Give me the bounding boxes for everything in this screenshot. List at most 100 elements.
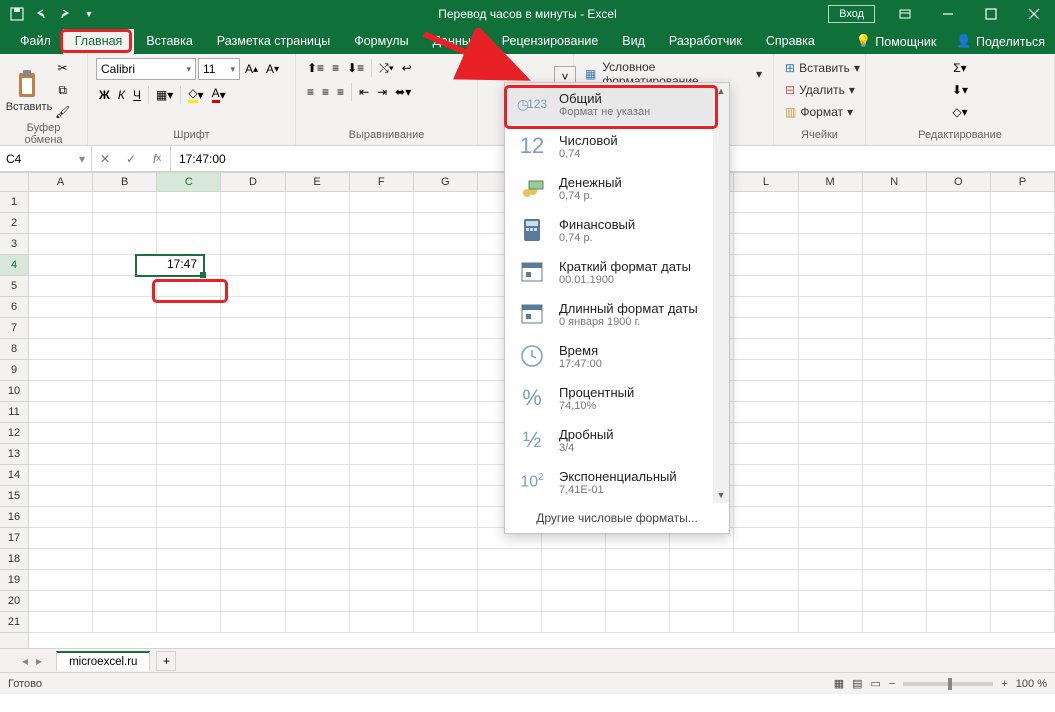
cell[interactable] xyxy=(414,423,478,444)
insert-cells-button[interactable]: ⊞Вставить▾ xyxy=(782,58,857,78)
cell[interactable] xyxy=(799,213,863,234)
cell[interactable] xyxy=(93,318,157,339)
cell[interactable] xyxy=(221,192,285,213)
font-name-combo[interactable]: Calibri▾ xyxy=(96,58,196,80)
cell[interactable] xyxy=(991,423,1055,444)
row-header[interactable]: 19 xyxy=(0,570,28,591)
cell[interactable] xyxy=(29,591,93,612)
cell[interactable] xyxy=(863,276,927,297)
cell[interactable] xyxy=(93,255,157,276)
cell[interactable] xyxy=(29,486,93,507)
tab-formulas[interactable]: Формулы xyxy=(342,29,420,54)
cell[interactable] xyxy=(157,360,221,381)
cell[interactable] xyxy=(863,402,927,423)
cell[interactable] xyxy=(991,255,1055,276)
cell[interactable] xyxy=(350,192,414,213)
cell[interactable] xyxy=(286,213,350,234)
cell[interactable] xyxy=(863,297,927,318)
cell[interactable] xyxy=(93,339,157,360)
cell[interactable] xyxy=(991,465,1055,486)
cell[interactable] xyxy=(157,234,221,255)
cell[interactable] xyxy=(927,444,991,465)
cell[interactable] xyxy=(799,297,863,318)
cell[interactable] xyxy=(799,612,863,633)
cell[interactable] xyxy=(350,570,414,591)
cell[interactable] xyxy=(927,612,991,633)
row-header[interactable]: 9 xyxy=(0,360,28,381)
row-header[interactable]: 13 xyxy=(0,444,28,465)
cell[interactable] xyxy=(93,528,157,549)
align-top-icon[interactable]: ⬆≡ xyxy=(304,58,327,78)
font-color-button[interactable]: A▾ xyxy=(209,84,229,105)
scrollbar[interactable]: ▲ ▼ xyxy=(713,83,729,503)
cell[interactable] xyxy=(991,444,1055,465)
cell[interactable] xyxy=(927,528,991,549)
cell[interactable] xyxy=(93,192,157,213)
cell[interactable] xyxy=(221,549,285,570)
cell[interactable] xyxy=(157,507,221,528)
cell[interactable] xyxy=(799,192,863,213)
tab-home[interactable]: Главная xyxy=(63,29,135,54)
share-button[interactable]: 👤Поделиться xyxy=(946,29,1055,54)
cell[interactable] xyxy=(863,465,927,486)
cell[interactable] xyxy=(414,570,478,591)
cell[interactable] xyxy=(670,612,734,633)
zoom-in-icon[interactable]: + xyxy=(1001,678,1007,690)
cell[interactable] xyxy=(350,465,414,486)
login-button[interactable]: Вход xyxy=(828,5,875,23)
cell[interactable] xyxy=(991,297,1055,318)
indent-decrease-icon[interactable]: ⇤ xyxy=(356,82,372,102)
cell[interactable] xyxy=(799,465,863,486)
clear-button[interactable]: ◇▾ xyxy=(874,102,1046,122)
cell[interactable] xyxy=(414,360,478,381)
wrap-text-icon[interactable]: ↩ xyxy=(399,58,415,78)
cell[interactable] xyxy=(29,213,93,234)
cell[interactable] xyxy=(221,486,285,507)
name-box[interactable]: C4▾ xyxy=(0,146,92,171)
save-icon[interactable] xyxy=(6,3,28,25)
row-headers[interactable]: 123456789101112131415161718192021 xyxy=(0,192,29,648)
cell[interactable] xyxy=(799,276,863,297)
cell[interactable] xyxy=(542,591,606,612)
cell[interactable] xyxy=(29,192,93,213)
cell[interactable] xyxy=(221,402,285,423)
cell[interactable] xyxy=(414,381,478,402)
format-option[interactable]: Время17:47:00 xyxy=(505,335,713,377)
decrease-font-icon[interactable]: A▾ xyxy=(263,59,282,79)
redo-icon[interactable] xyxy=(54,3,76,25)
format-option[interactable]: 12Числовой0,74 xyxy=(505,125,713,167)
row-header[interactable]: 1 xyxy=(0,192,28,213)
cell[interactable] xyxy=(734,255,798,276)
cell[interactable] xyxy=(670,591,734,612)
cell[interactable] xyxy=(927,213,991,234)
cell[interactable] xyxy=(734,591,798,612)
cell[interactable] xyxy=(606,549,670,570)
scroll-up-icon[interactable]: ▲ xyxy=(713,83,729,99)
cell[interactable] xyxy=(350,297,414,318)
column-header[interactable]: M xyxy=(799,173,863,191)
orientation-icon[interactable]: ⤭▾ xyxy=(376,58,397,78)
cell[interactable] xyxy=(29,402,93,423)
tab-view[interactable]: Вид xyxy=(610,29,657,54)
cell[interactable] xyxy=(157,444,221,465)
cell[interactable] xyxy=(927,360,991,381)
cell[interactable] xyxy=(734,423,798,444)
cell[interactable] xyxy=(93,297,157,318)
cell[interactable] xyxy=(478,591,542,612)
cell[interactable] xyxy=(157,465,221,486)
cell[interactable] xyxy=(93,402,157,423)
row-header[interactable]: 16 xyxy=(0,507,28,528)
row-header[interactable]: 8 xyxy=(0,339,28,360)
cell[interactable] xyxy=(286,507,350,528)
tab-help[interactable]: Справка xyxy=(754,29,827,54)
cell[interactable] xyxy=(350,360,414,381)
cell[interactable] xyxy=(93,549,157,570)
cell[interactable] xyxy=(414,465,478,486)
minimize-icon[interactable] xyxy=(927,0,969,28)
cell[interactable] xyxy=(286,549,350,570)
cell[interactable] xyxy=(734,381,798,402)
row-header[interactable]: 18 xyxy=(0,549,28,570)
cell[interactable] xyxy=(286,465,350,486)
cell[interactable] xyxy=(29,297,93,318)
cell[interactable] xyxy=(93,444,157,465)
